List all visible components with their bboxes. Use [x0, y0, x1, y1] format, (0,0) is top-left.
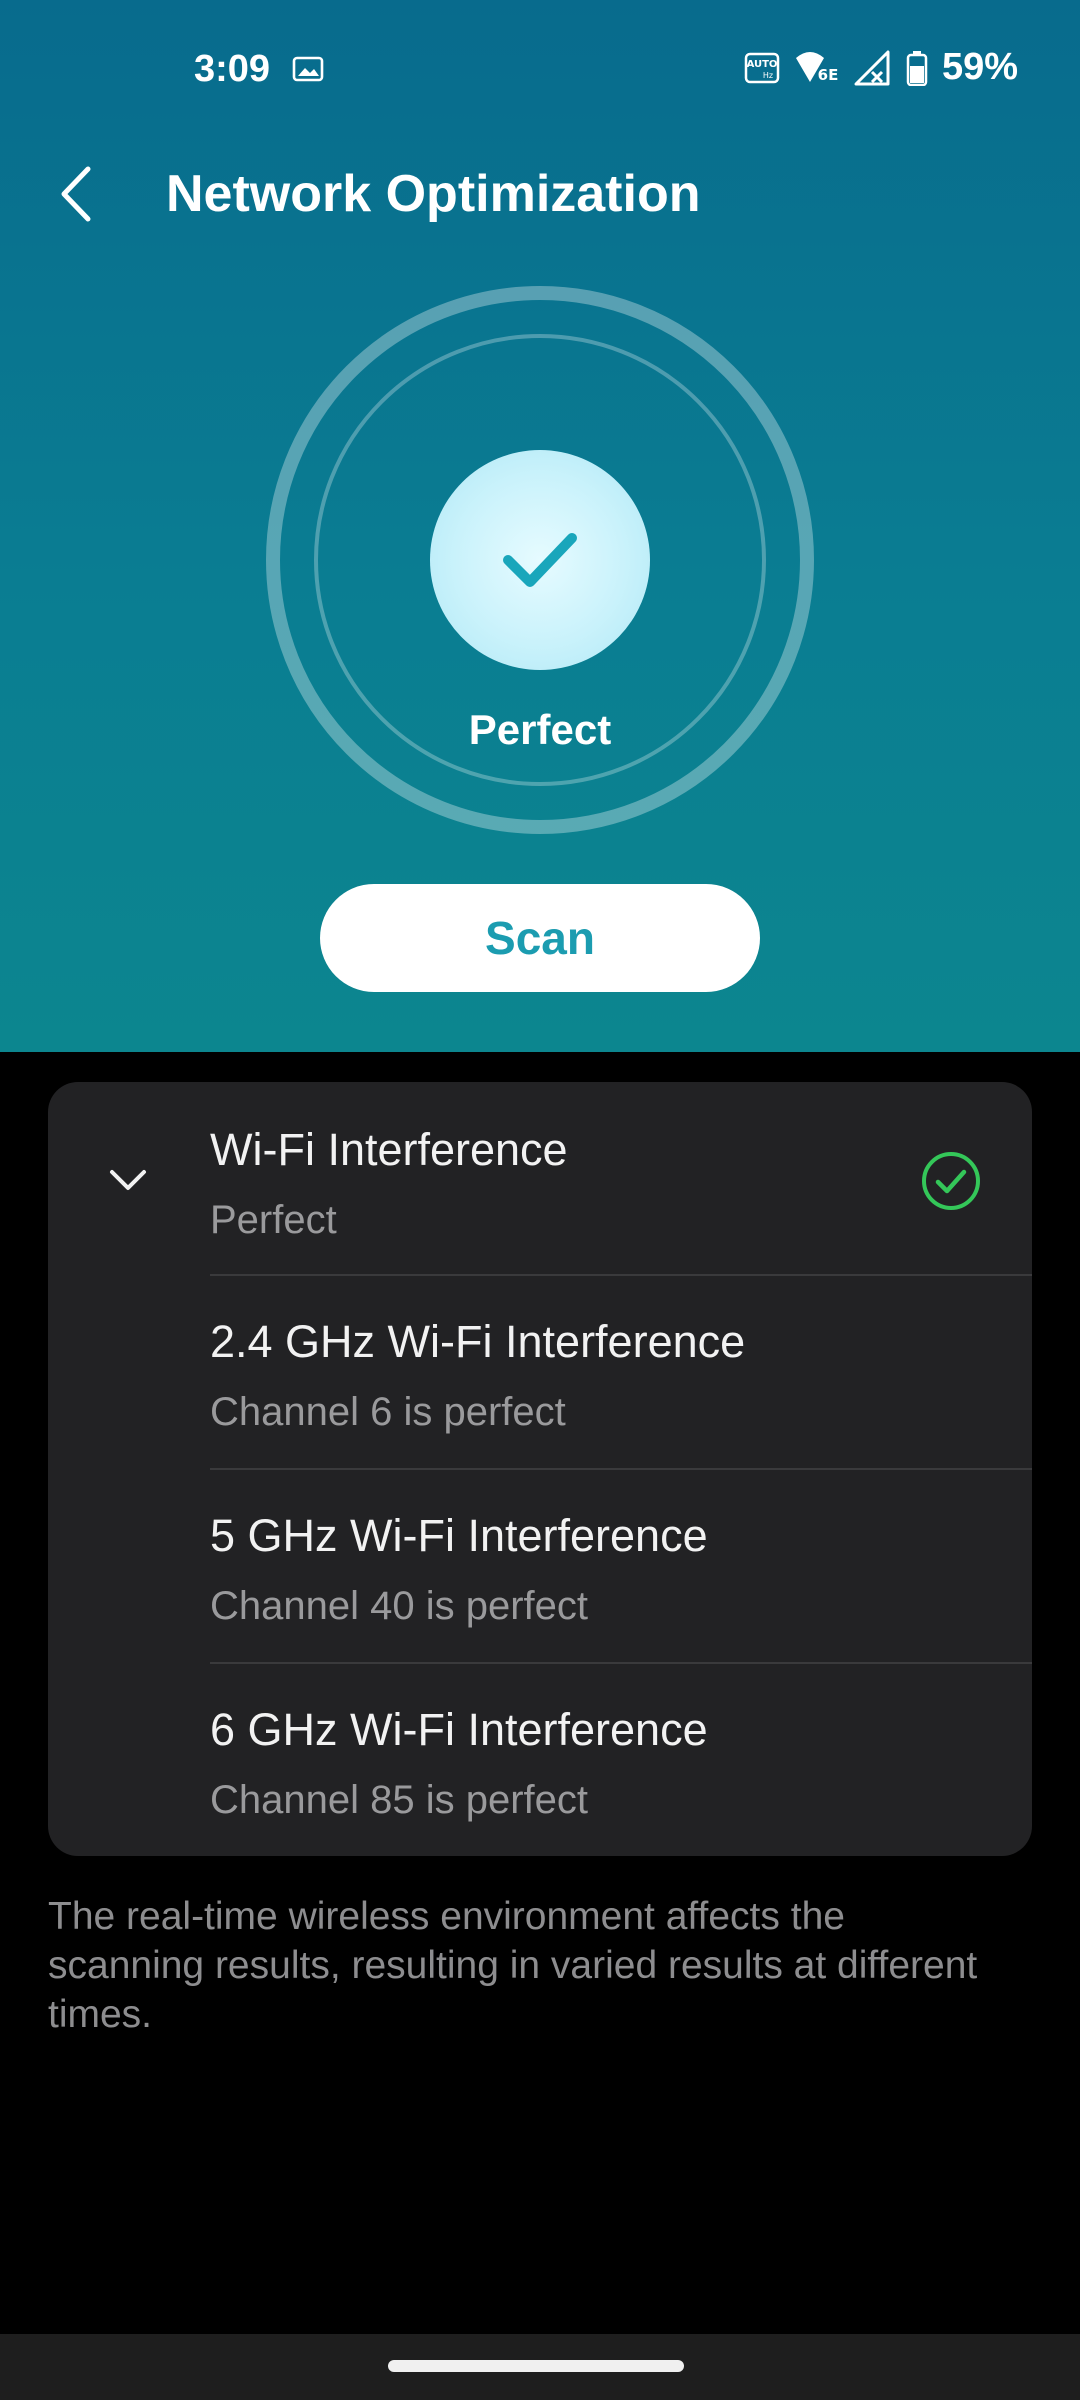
chevron-left-icon [61, 166, 91, 222]
svg-text:Hz: Hz [763, 71, 773, 80]
svg-text:AUTO: AUTO [747, 59, 778, 70]
status-time: 3:09 [194, 48, 271, 90]
auto-hz-icon: AUTO Hz [744, 52, 780, 83]
status-icons: AUTO Hz 6E 59% [744, 46, 1018, 89]
interference-item-title: 5 GHz Wi-Fi Interference [210, 1510, 708, 1561]
back-button[interactable] [40, 154, 110, 234]
interference-card: Wi-Fi Interference Perfect 2.4 GHz Wi-Fi… [48, 1082, 1032, 1856]
wifi-interference-header[interactable]: Wi-Fi Interference Perfect [48, 1082, 1032, 1276]
interference-item-title: 2.4 GHz Wi-Fi Interference [210, 1316, 746, 1367]
navigation-bar [0, 2334, 1080, 2400]
page-title: Network Optimization [166, 165, 701, 223]
interference-item-5ghz: 5 GHz Wi-Fi Interference Channel 40 is p… [48, 1470, 1032, 1664]
interference-item-6ghz: 6 GHz Wi-Fi Interference Channel 85 is p… [48, 1664, 1032, 1856]
wifi-interference-title: Wi-Fi Interference [210, 1124, 568, 1175]
interference-item-subtitle: Channel 40 is perfect [210, 1584, 589, 1628]
scan-button[interactable]: Scan [320, 884, 760, 992]
app-bar: Network Optimization [0, 140, 1080, 250]
home-indicator[interactable] [388, 2360, 684, 2372]
battery-icon [906, 50, 928, 86]
wifi-6e-icon: 6E [795, 51, 838, 84]
gallery-icon [292, 56, 324, 82]
interference-item-2-4ghz: 2.4 GHz Wi-Fi Interference Channel 6 is … [48, 1276, 1032, 1470]
status-orb [430, 450, 650, 670]
cellular-no-signal-icon [854, 50, 890, 85]
chevron-down-icon[interactable] [106, 1160, 150, 1200]
status-bar: 3:09 AUTO Hz 6E 59% [0, 0, 1080, 140]
network-status-label: Perfect [468, 706, 612, 753]
svg-text:6E: 6E [818, 66, 838, 84]
interference-item-title: 6 GHz Wi-Fi Interference [210, 1704, 708, 1755]
interference-item-subtitle: Channel 85 is perfect [210, 1778, 589, 1822]
wifi-interference-status: Perfect [210, 1198, 337, 1242]
check-circle-icon [922, 1152, 980, 1210]
interference-item-subtitle: Channel 6 is perfect [210, 1390, 566, 1434]
checkmark-icon [503, 533, 577, 587]
battery-level: 59% [941, 46, 1018, 88]
scan-disclaimer: The real-time wireless environment affec… [48, 1895, 978, 2036]
